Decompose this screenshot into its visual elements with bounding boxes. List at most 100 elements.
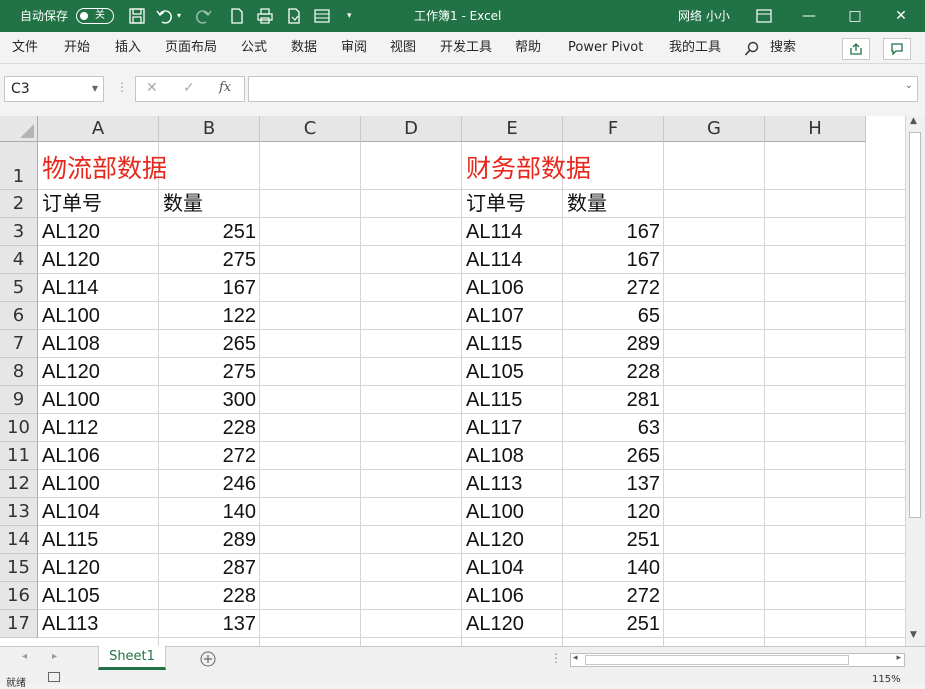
- cell-quantity[interactable]: 251: [567, 612, 660, 636]
- share-button[interactable]: [842, 38, 870, 60]
- tab-formulas[interactable]: 公式: [241, 32, 267, 64]
- column-header-b[interactable]: B: [159, 116, 260, 142]
- ribbon-display-options-icon[interactable]: [755, 7, 773, 25]
- save-icon[interactable]: [128, 7, 146, 25]
- row-header-8[interactable]: 8: [0, 358, 38, 386]
- row-header-15[interactable]: 15: [0, 554, 38, 582]
- cell-order-id[interactable]: AL115: [466, 332, 559, 356]
- cell-order-id[interactable]: AL114: [466, 220, 559, 244]
- column-header-e[interactable]: E: [462, 116, 563, 142]
- cell-order-id[interactable]: AL120: [466, 528, 559, 552]
- cell-order-id[interactable]: AL106: [466, 276, 559, 300]
- scroll-left-icon[interactable]: ◂: [573, 653, 578, 663]
- print-icon[interactable]: [256, 7, 274, 25]
- tab-help[interactable]: 帮助: [515, 32, 541, 64]
- cell-quantity[interactable]: 251: [163, 220, 256, 244]
- cell-quantity[interactable]: 65: [567, 304, 660, 328]
- cell-order-id[interactable]: AL115: [42, 528, 155, 552]
- cell-quantity[interactable]: 140: [163, 500, 256, 524]
- expand-formula-bar-icon[interactable]: ⌄: [905, 80, 913, 91]
- cell-order-id[interactable]: AL100: [42, 304, 155, 328]
- cell-b2-header[interactable]: 数量: [163, 192, 256, 216]
- horizontal-scrollbar[interactable]: ◂ ▸: [570, 653, 905, 667]
- cell-order-id[interactable]: AL106: [466, 584, 559, 608]
- insert-function-icon[interactable]: fx: [219, 80, 231, 95]
- row-header-13[interactable]: 13: [0, 498, 38, 526]
- vertical-scrollbar[interactable]: ▲ ▼: [905, 116, 925, 646]
- scroll-thumb[interactable]: [909, 132, 921, 518]
- row-header-12[interactable]: 12: [0, 470, 38, 498]
- formula-input[interactable]: ⌄: [248, 76, 918, 102]
- row-header-1[interactable]: 1: [0, 142, 38, 190]
- cell-order-id[interactable]: AL115: [466, 388, 559, 412]
- row-header-9[interactable]: 9: [0, 386, 38, 414]
- row-header-17[interactable]: 17: [0, 610, 38, 638]
- cell-order-id[interactable]: AL120: [466, 612, 559, 636]
- cell-order-id[interactable]: AL104: [42, 500, 155, 524]
- cell-order-id[interactable]: AL120: [42, 556, 155, 580]
- cell-order-id[interactable]: AL120: [42, 220, 155, 244]
- row-header-3[interactable]: 3: [0, 218, 38, 246]
- cell-order-id[interactable]: AL120: [42, 248, 155, 272]
- cell-quantity[interactable]: 120: [567, 500, 660, 524]
- add-sheet-icon[interactable]: [200, 651, 216, 667]
- cell-order-id[interactable]: AL100: [42, 472, 155, 496]
- next-sheet-icon[interactable]: ▸: [52, 651, 57, 662]
- column-header-d[interactable]: D: [361, 116, 462, 142]
- tab-power-pivot[interactable]: Power Pivot: [568, 32, 643, 64]
- cell-order-id[interactable]: AL108: [466, 444, 559, 468]
- cell-quantity[interactable]: 228: [163, 416, 256, 440]
- cell-order-id[interactable]: AL113: [466, 472, 559, 496]
- cell-quantity[interactable]: 265: [163, 332, 256, 356]
- scroll-right-icon[interactable]: ▸: [896, 653, 901, 663]
- row-header-2[interactable]: 2: [0, 190, 38, 218]
- tab-splitter-icon[interactable]: ⋮: [550, 651, 562, 665]
- cell-order-id[interactable]: AL100: [466, 500, 559, 524]
- cell-order-id[interactable]: AL114: [42, 276, 155, 300]
- row-header-5[interactable]: 5: [0, 274, 38, 302]
- cell-quantity[interactable]: 137: [163, 612, 256, 636]
- cell-order-id[interactable]: AL113: [42, 612, 155, 636]
- cell-order-id[interactable]: AL105: [42, 584, 155, 608]
- scroll-up-icon[interactable]: ▲: [910, 116, 917, 126]
- macro-record-icon[interactable]: [48, 672, 60, 682]
- cell-quantity[interactable]: 300: [163, 388, 256, 412]
- cell-quantity[interactable]: 272: [567, 584, 660, 608]
- undo-icon[interactable]: [156, 7, 174, 25]
- cell-quantity[interactable]: 281: [567, 388, 660, 412]
- form-icon[interactable]: [313, 7, 331, 25]
- cell-order-id[interactable]: AL104: [466, 556, 559, 580]
- search-icon[interactable]: [744, 41, 760, 57]
- tab-view[interactable]: 视图: [390, 32, 416, 64]
- row-header-4[interactable]: 4: [0, 246, 38, 274]
- cell-quantity[interactable]: 275: [163, 248, 256, 272]
- tab-my-tools[interactable]: 我的工具: [669, 32, 721, 64]
- tab-developer[interactable]: 开发工具: [440, 32, 492, 64]
- row-header-11[interactable]: 11: [0, 442, 38, 470]
- tab-page-layout[interactable]: 页面布局: [165, 32, 217, 64]
- cell-quantity[interactable]: 167: [567, 248, 660, 272]
- name-box[interactable]: C3 ▼: [4, 76, 104, 102]
- cell-e1-title[interactable]: 财务部数据: [466, 150, 591, 194]
- cell-quantity[interactable]: 265: [567, 444, 660, 468]
- cell-order-id[interactable]: AL107: [466, 304, 559, 328]
- autosave-toggle[interactable]: 关: [76, 8, 114, 24]
- cell-quantity[interactable]: 122: [163, 304, 256, 328]
- row-header-7[interactable]: 7: [0, 330, 38, 358]
- row-header-10[interactable]: 10: [0, 414, 38, 442]
- cell-quantity[interactable]: 228: [163, 584, 256, 608]
- column-header-g[interactable]: G: [664, 116, 765, 142]
- horizontal-scroll-thumb[interactable]: [585, 655, 849, 665]
- redo-icon[interactable]: [194, 7, 212, 25]
- name-box-dropdown-icon[interactable]: ▼: [92, 77, 98, 101]
- worksheet-grid[interactable]: ABCDEFGH 1 2 3 4 5 6 7 8 9 10 11 12 13 14 15 16 17 物流部数据…: [0, 116, 925, 646]
- cell-quantity[interactable]: 63: [567, 416, 660, 440]
- cell-quantity[interactable]: 137: [567, 472, 660, 496]
- sheet-tab-sheet1[interactable]: Sheet1: [98, 646, 166, 670]
- prev-sheet-icon[interactable]: ◂: [22, 651, 27, 662]
- cancel-icon[interactable]: ✕: [146, 80, 158, 96]
- cell-order-id[interactable]: AL112: [42, 416, 155, 440]
- tab-file[interactable]: 文件: [12, 32, 38, 64]
- search-label[interactable]: 搜索: [770, 32, 796, 64]
- cell-e2-header[interactable]: 订单号: [466, 192, 559, 216]
